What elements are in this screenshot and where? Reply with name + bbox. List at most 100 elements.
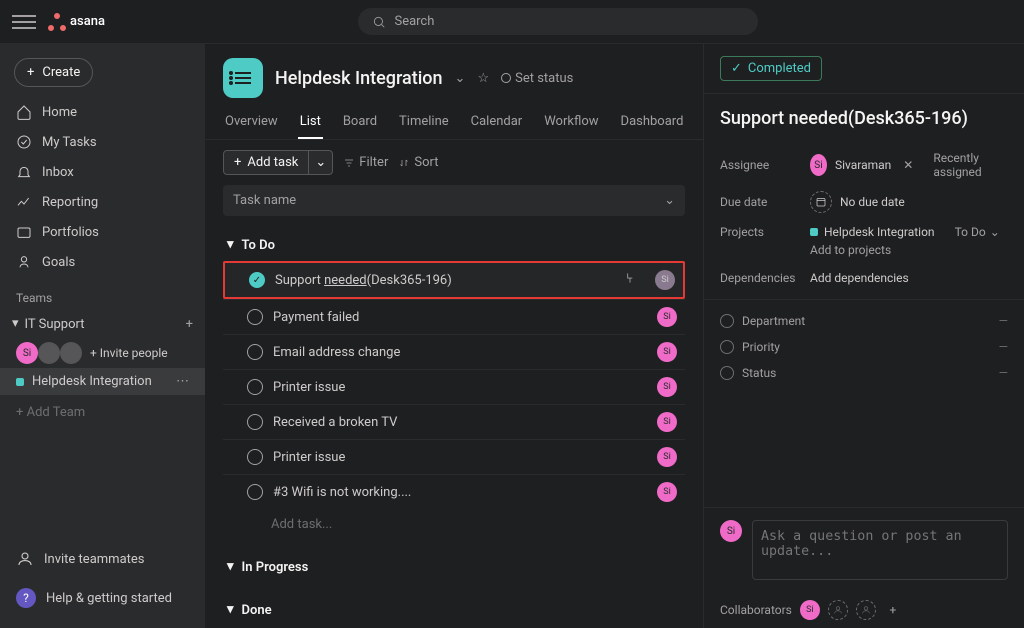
- section-toggle-todo[interactable]: ▾To Do: [223, 230, 685, 261]
- invite-teammates-button[interactable]: Invite teammates: [0, 540, 205, 578]
- nav-inbox[interactable]: Inbox: [0, 157, 205, 187]
- avatar[interactable]: Si: [16, 342, 38, 364]
- add-task-inline[interactable]: Add task...: [223, 509, 685, 540]
- search-placeholder: Search: [394, 14, 434, 29]
- assignee-row: Assignee Si Sivaraman ✕ Recently assigne…: [720, 145, 1008, 185]
- task-complete-checkbox[interactable]: [249, 272, 265, 288]
- team-it-support[interactable]: ▾IT Support +: [0, 311, 205, 338]
- task-complete-checkbox[interactable]: [247, 449, 263, 465]
- assignee-avatar[interactable]: Si: [657, 307, 677, 327]
- add-to-projects-button[interactable]: Add to projects: [810, 243, 1008, 257]
- check-circle-icon: [16, 134, 32, 150]
- project-dropdown[interactable]: ⌄: [455, 71, 466, 86]
- tab-overview[interactable]: Overview: [223, 106, 280, 139]
- filter-button[interactable]: Filter: [343, 155, 388, 170]
- search-input[interactable]: Search: [358, 8, 758, 35]
- help-icon: ?: [16, 588, 36, 608]
- dependencies-row[interactable]: Dependencies Add dependencies: [720, 265, 1008, 291]
- chevron-down-icon: ⌄: [990, 225, 1000, 239]
- assignee-avatar[interactable]: Si: [657, 412, 677, 432]
- column-header-taskname[interactable]: Task name ⌄: [223, 185, 685, 216]
- assignee-avatar[interactable]: Si: [657, 342, 677, 362]
- current-user-avatar: Si: [720, 520, 742, 542]
- add-collaborator-button[interactable]: +: [884, 601, 902, 619]
- custom-field-priority[interactable]: Priority—: [720, 334, 1008, 360]
- create-button[interactable]: + Create: [14, 58, 93, 87]
- chart-icon: [16, 194, 32, 210]
- nav-goals[interactable]: Goals: [0, 247, 205, 277]
- menu-toggle[interactable]: [12, 10, 36, 34]
- tab-board[interactable]: Board: [341, 106, 379, 139]
- goals-icon: [16, 254, 32, 270]
- remove-assignee-button[interactable]: ✕: [903, 158, 913, 172]
- section-toggle-inprogress[interactable]: ▾In Progress: [223, 552, 685, 583]
- nav-portfolios[interactable]: Portfolios: [0, 217, 205, 247]
- tab-dashboard[interactable]: Dashboard: [619, 106, 686, 139]
- task-row[interactable]: Printer issue Si: [223, 439, 685, 474]
- task-row[interactable]: Email address changeSi: [223, 334, 685, 369]
- folder-icon: [16, 224, 32, 240]
- nav-mytasks[interactable]: My Tasks: [0, 127, 205, 157]
- create-label: Create: [42, 65, 80, 80]
- task-name: Payment failed: [273, 310, 647, 325]
- tab-calendar[interactable]: Calendar: [469, 106, 525, 139]
- caret-down-icon: ▾: [227, 559, 234, 574]
- tab-timeline[interactable]: Timeline: [397, 106, 451, 139]
- task-row[interactable]: Support needed(Desk365-196) Si: [223, 261, 685, 299]
- assignee-avatar[interactable]: Si: [657, 447, 677, 467]
- assignee-avatar[interactable]: Si: [810, 154, 827, 176]
- collaborator-avatar[interactable]: Si: [800, 600, 820, 620]
- duedate-row[interactable]: Due date No due date: [720, 185, 1008, 219]
- task-detail-title[interactable]: Support needed(Desk365-196): [720, 108, 1008, 129]
- task-name: Received a broken TV: [273, 415, 647, 430]
- teams-heading: Teams: [0, 277, 205, 311]
- more-icon[interactable]: ⋯: [176, 374, 189, 389]
- task-complete-checkbox[interactable]: [247, 484, 263, 500]
- task-complete-checkbox[interactable]: [247, 379, 263, 395]
- plus-icon[interactable]: +: [186, 317, 193, 332]
- check-icon: ✓: [731, 61, 742, 76]
- project-section-dropdown[interactable]: To Do⌄: [955, 225, 1000, 239]
- help-button[interactable]: ? Help & getting started: [0, 578, 205, 618]
- add-team-button[interactable]: + Add Team: [0, 395, 205, 430]
- task-name: Printer issue: [273, 450, 647, 465]
- task-row[interactable]: Printer issueSi: [223, 369, 685, 404]
- task-row[interactable]: Payment failed Si: [223, 299, 685, 334]
- collaborator-placeholder[interactable]: [856, 600, 876, 620]
- custom-field-department[interactable]: Department—: [720, 308, 1008, 334]
- section-todo: ▾To Do Support needed(Desk365-196) Si Pa…: [223, 230, 685, 540]
- project-chip[interactable]: Helpdesk Integration: [810, 225, 935, 239]
- assignee-name[interactable]: Sivaraman: [835, 158, 891, 172]
- tab-workflow[interactable]: Workflow: [542, 106, 600, 139]
- section-toggle-done[interactable]: ▾Done: [223, 595, 685, 626]
- task-complete-checkbox[interactable]: [247, 414, 263, 430]
- comment-input[interactable]: [752, 520, 1008, 580]
- subtask-icon[interactable]: [623, 271, 637, 289]
- collaborators-label: Collaborators: [720, 603, 792, 617]
- task-complete-checkbox[interactable]: [247, 309, 263, 325]
- star-icon[interactable]: ☆: [477, 71, 489, 86]
- sidebar-project-helpdesk[interactable]: Helpdesk Integration ⋯: [0, 368, 205, 395]
- assignee-avatar[interactable]: Si: [657, 482, 677, 502]
- add-task-dropdown[interactable]: ⌄: [309, 150, 333, 175]
- nav-reporting[interactable]: Reporting: [0, 187, 205, 217]
- collaborator-placeholder[interactable]: [828, 600, 848, 620]
- list-toolbar: +Add task ⌄ Filter Sort: [205, 140, 703, 185]
- add-task-button[interactable]: +Add task: [223, 150, 309, 175]
- task-row[interactable]: #3 Wifi is not working....Si: [223, 474, 685, 509]
- assignee-avatar[interactable]: Si: [657, 377, 677, 397]
- filter-icon: [343, 157, 355, 169]
- invite-people-link[interactable]: + Invite people: [90, 346, 168, 360]
- sort-button[interactable]: Sort: [398, 155, 438, 170]
- brand-logo[interactable]: asana: [48, 13, 105, 31]
- tab-list[interactable]: List: [298, 106, 323, 139]
- task-row[interactable]: Received a broken TV Si: [223, 404, 685, 439]
- nav-home[interactable]: Home: [0, 97, 205, 127]
- set-status-button[interactable]: Set status: [501, 71, 573, 86]
- completed-button[interactable]: ✓Completed: [720, 56, 822, 81]
- recently-assigned-label: Recently assigned: [933, 151, 1008, 179]
- caret-down-icon: ▾: [227, 237, 234, 252]
- assignee-avatar[interactable]: Si: [655, 270, 675, 290]
- custom-field-status[interactable]: Status—: [720, 360, 1008, 386]
- task-complete-checkbox[interactable]: [247, 344, 263, 360]
